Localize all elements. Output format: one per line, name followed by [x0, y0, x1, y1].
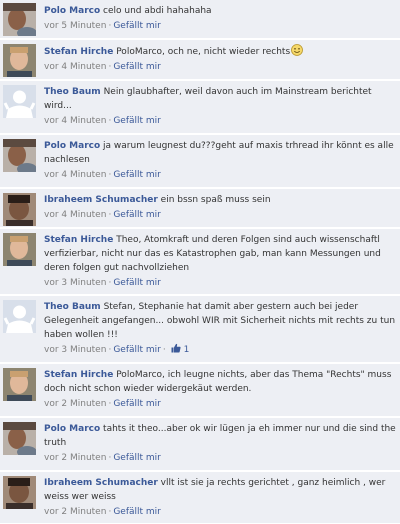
user-avatar[interactable] [3, 422, 36, 455]
comment-item: Stefan Hirche PoloMarco, och ne, nicht w… [0, 40, 400, 80]
comment-timestamp[interactable]: vor 4 Minuten [44, 170, 106, 180]
comment-text: Ibraheem Schumacher vllt ist sie ja rech… [44, 476, 396, 504]
stefan-hirche-avatar-icon [3, 368, 36, 401]
comment-author-link[interactable]: Stefan Hirche [44, 235, 113, 245]
comment-author-link[interactable]: Polo Marco [44, 141, 100, 151]
user-avatar[interactable] [3, 85, 36, 118]
comment-text: Polo Marco tahts it theo...aber ok wir l… [44, 422, 396, 450]
comment-timestamp[interactable]: vor 4 Minuten [44, 116, 106, 126]
stefan-hirche-avatar-icon [3, 233, 36, 266]
like-count-link[interactable]: 1 [171, 343, 190, 355]
comment-timestamp[interactable]: vor 2 Minuten [44, 399, 106, 409]
meta-separator: · [108, 210, 112, 220]
comment-item: Ibraheem Schumacher vllt ist sie ja rech… [0, 472, 400, 524]
comment-timestamp[interactable]: vor 4 Minuten [44, 210, 106, 220]
comment-timestamp[interactable]: vor 5 Minuten [44, 21, 106, 31]
comment-author-link[interactable]: Theo Baum [44, 87, 101, 97]
comment-text: Stefan Hirche PoloMarco, ich leugne nich… [44, 368, 396, 396]
comment-meta: vor 4 Minuten · Gefällt mir [44, 114, 396, 128]
comment-item: Polo Marco celo und abdi hahahaha vor 5 … [0, 0, 400, 39]
meta-separator: · [108, 453, 112, 463]
comment-author-link[interactable]: Stefan Hirche [44, 47, 113, 57]
stefan-hirche-avatar-icon [3, 44, 36, 77]
meta-separator: · [108, 345, 112, 355]
like-link[interactable]: Gefällt mir [113, 507, 161, 517]
meta-separator: · [108, 62, 112, 72]
comment-item: Stefan Hirche Theo, Atomkraft und deren … [0, 229, 400, 295]
comment-author-link[interactable]: Ibraheem Schumacher [44, 195, 158, 205]
meta-separator: · [108, 116, 112, 126]
comment-meta: vor 2 Minuten · Gefällt mir [44, 505, 396, 519]
comment-timestamp[interactable]: vor 4 Minuten [44, 62, 106, 72]
like-link[interactable]: Gefällt mir [113, 21, 161, 31]
comment-item: Polo Marco tahts it theo...aber ok wir l… [0, 418, 400, 471]
comment-timestamp[interactable]: vor 2 Minuten [44, 507, 106, 517]
comment-timestamp[interactable]: vor 2 Minuten [44, 453, 106, 463]
comment-item: Theo Baum Stefan, Stephanie hat damit ab… [0, 296, 400, 363]
comment-item: Theo Baum Nein glaubhafter, weil davon a… [0, 81, 400, 134]
comment-timestamp[interactable]: vor 3 Minuten [44, 345, 106, 355]
polo-marco-avatar-icon [3, 422, 36, 455]
comment-body: PoloMarco, och ne, nicht wieder rechts [116, 47, 291, 57]
like-link[interactable]: Gefällt mir [113, 210, 161, 220]
comment-meta: vor 2 Minuten · Gefällt mir [44, 451, 396, 465]
comment-text: Theo Baum Nein glaubhafter, weil davon a… [44, 85, 396, 113]
comment-meta: vor 5 Minuten · Gefällt mir [44, 19, 396, 33]
thumbs-up-icon [171, 343, 181, 353]
meta-separator: · [162, 345, 166, 355]
comment-meta: vor 4 Minuten · Gefällt mir [44, 60, 396, 74]
meta-separator: · [108, 399, 112, 409]
default-silhouette-avatar-icon [3, 85, 36, 118]
ibraheem-schumacher-avatar-icon [3, 193, 36, 226]
like-link[interactable]: Gefällt mir [113, 62, 161, 72]
comment-text: Theo Baum Stefan, Stephanie hat damit ab… [44, 300, 396, 342]
comment-meta: vor 4 Minuten · Gefällt mir [44, 208, 396, 222]
like-link[interactable]: Gefällt mir [113, 345, 161, 355]
comment-author-link[interactable]: Polo Marco [44, 424, 100, 434]
comment-text: Polo Marco ja warum leugnest du???geht a… [44, 139, 396, 167]
comment-text: Stefan Hirche Theo, Atomkraft und deren … [44, 233, 396, 275]
comment-item: Polo Marco ja warum leugnest du???geht a… [0, 135, 400, 188]
like-count: 1 [183, 345, 190, 355]
comment-text: Stefan Hirche PoloMarco, och ne, nicht w… [44, 44, 396, 59]
comment-feed: Polo Marco celo und abdi hahahaha vor 5 … [0, 0, 400, 524]
comment-body: ein bssn spaß muss sein [160, 195, 271, 205]
comment-item: Ibraheem Schumacher ein bssn spaß muss s… [0, 189, 400, 228]
comment-text: Polo Marco celo und abdi hahahaha [44, 4, 396, 18]
user-avatar[interactable] [3, 139, 36, 172]
comment-meta: vor 2 Minuten · Gefällt mir [44, 397, 396, 411]
comment-meta: vor 3 Minuten · Gefällt mir · 1 [44, 343, 396, 357]
comment-item: Stefan Hirche PoloMarco, ich leugne nich… [0, 364, 400, 417]
default-silhouette-avatar-icon [3, 300, 36, 333]
meta-separator: · [108, 170, 112, 180]
comment-meta: vor 3 Minuten · Gefällt mir [44, 276, 396, 290]
meta-separator: · [108, 278, 112, 288]
polo-marco-avatar-icon [3, 139, 36, 172]
user-avatar[interactable] [3, 44, 36, 77]
user-avatar[interactable] [3, 476, 36, 509]
polo-marco-avatar-icon [3, 3, 36, 36]
comment-body: celo und abdi hahahaha [103, 6, 212, 16]
user-avatar[interactable] [3, 233, 36, 266]
comment-author-link[interactable]: Polo Marco [44, 6, 100, 16]
meta-separator: · [108, 507, 112, 517]
user-avatar[interactable] [3, 3, 36, 36]
meta-separator: · [108, 21, 112, 31]
like-link[interactable]: Gefällt mir [113, 453, 161, 463]
smiley-emoticon-icon [291, 44, 304, 56]
comment-meta: vor 4 Minuten · Gefällt mir [44, 168, 396, 182]
user-avatar[interactable] [3, 193, 36, 226]
user-avatar[interactable] [3, 368, 36, 401]
like-link[interactable]: Gefällt mir [113, 399, 161, 409]
comment-author-link[interactable]: Ibraheem Schumacher [44, 478, 158, 488]
comment-timestamp[interactable]: vor 3 Minuten [44, 278, 106, 288]
like-link[interactable]: Gefällt mir [113, 116, 161, 126]
like-link[interactable]: Gefällt mir [113, 170, 161, 180]
comment-author-link[interactable]: Theo Baum [44, 302, 101, 312]
ibraheem-schumacher-avatar-icon [3, 476, 36, 509]
comment-text: Ibraheem Schumacher ein bssn spaß muss s… [44, 193, 396, 207]
user-avatar[interactable] [3, 300, 36, 333]
comment-author-link[interactable]: Stefan Hirche [44, 370, 113, 380]
like-link[interactable]: Gefällt mir [113, 278, 161, 288]
